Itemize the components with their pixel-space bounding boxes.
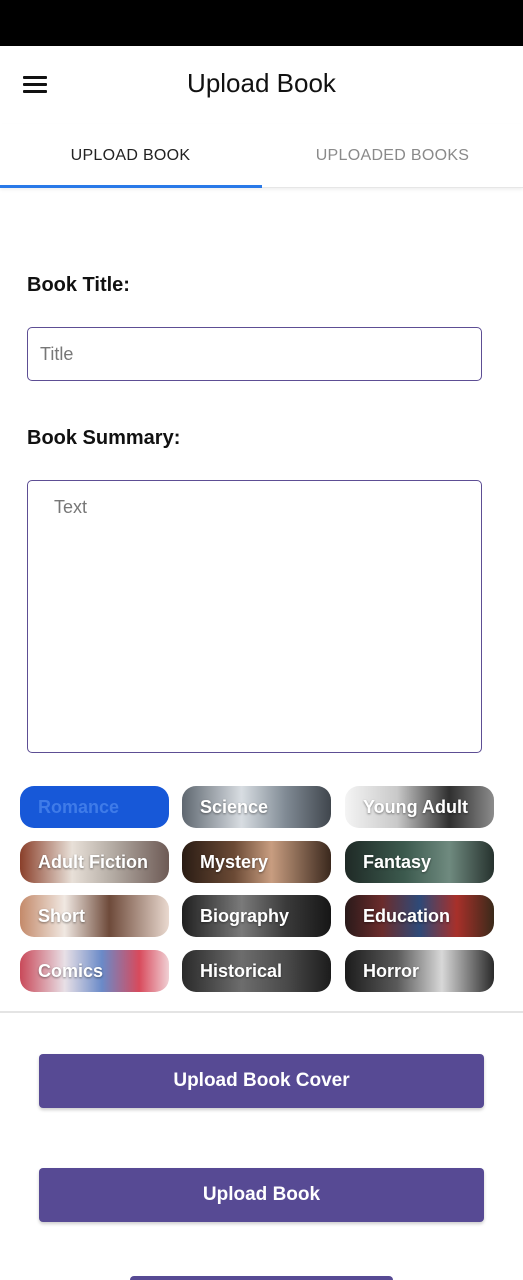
genre-chip-short[interactable]: Short xyxy=(20,895,169,937)
genre-label: Young Adult xyxy=(363,797,468,817)
book-title-label: Book Title: xyxy=(27,274,130,296)
app-bar: Upload Book xyxy=(0,46,523,124)
tab-uploaded-books[interactable]: UPLOADED BOOKS xyxy=(262,124,523,188)
genre-chip-horror[interactable]: Horror xyxy=(345,950,494,992)
genre-grid: Romance Science Young Adult Adult Fictio… xyxy=(20,786,495,992)
upload-book-button[interactable]: Upload Book xyxy=(39,1168,484,1222)
genre-label: Short xyxy=(38,906,85,926)
tab-bar: UPLOAD BOOK UPLOADED BOOKS xyxy=(0,124,523,188)
status-bar xyxy=(0,0,523,46)
genre-chip-mystery[interactable]: Mystery xyxy=(182,841,331,883)
genre-chip-comics[interactable]: Comics xyxy=(20,950,169,992)
section-divider xyxy=(0,1011,523,1013)
genre-chip-biography[interactable]: Biography xyxy=(182,895,331,937)
genre-label: Education xyxy=(363,906,451,926)
genre-label: Comics xyxy=(38,961,104,981)
genre-label: Adult Fiction xyxy=(38,852,148,872)
genre-label: Biography xyxy=(200,906,290,926)
genre-label: Fantasy xyxy=(363,852,432,872)
genre-label: Historical xyxy=(200,961,283,981)
upload-book-cover-button[interactable]: Upload Book Cover xyxy=(39,1054,484,1108)
genre-chip-fantasy[interactable]: Fantasy xyxy=(345,841,494,883)
genre-label: Science xyxy=(200,797,269,817)
book-summary-input[interactable] xyxy=(27,480,482,753)
genre-chip-romance[interactable]: Romance xyxy=(20,786,169,828)
genre-chip-science[interactable]: Science xyxy=(182,786,331,828)
tab-indicator xyxy=(0,185,262,188)
tab-upload-book[interactable]: UPLOAD BOOK xyxy=(0,124,261,188)
genre-chip-historical[interactable]: Historical xyxy=(182,950,331,992)
book-summary-label: Book Summary: xyxy=(27,427,181,449)
genre-chip-young-adult[interactable]: Young Adult xyxy=(345,786,494,828)
page-title: Upload Book xyxy=(187,68,336,98)
genre-chip-adult-fiction[interactable]: Adult Fiction xyxy=(20,841,169,883)
genre-chip-education[interactable]: Education xyxy=(345,895,494,937)
partially-visible-button[interactable] xyxy=(130,1276,393,1280)
genre-label: Mystery xyxy=(200,852,269,872)
book-title-input[interactable] xyxy=(27,327,482,381)
genre-label: Horror xyxy=(363,961,420,981)
genre-label: Romance xyxy=(38,797,120,817)
